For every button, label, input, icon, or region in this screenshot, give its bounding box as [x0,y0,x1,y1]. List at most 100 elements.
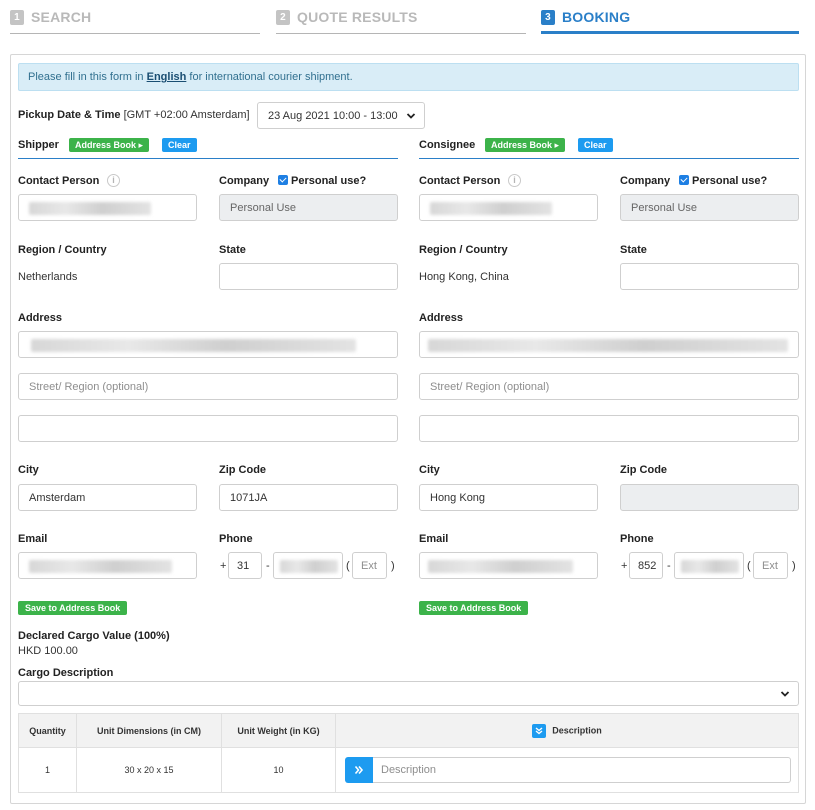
step-quote-results[interactable]: 2 QUOTE RESULTS [276,0,418,34]
redacted-text [29,560,172,573]
redacted-text [31,339,356,352]
phone-country-code: 852 [638,559,657,572]
button-label: Address Book [75,140,137,150]
consignee-save-address-book-button[interactable]: Save to Address Book [419,601,529,615]
double-chevron-down-icon [535,726,543,734]
declared-value-label: Declared Cargo Value (100%) [18,630,170,642]
consignee-email-label: Email [419,533,449,545]
double-chevron-right-icon [354,765,364,775]
consignee-address-book-button[interactable]: Address Book ▸ [485,138,566,152]
shipper-address-line3-input[interactable] [18,415,398,442]
shipper-company-label: Company [219,175,270,187]
phone-dash: - [667,560,671,572]
step-booking[interactable]: 3 BOOKING [541,0,630,34]
shipper-divider [18,158,398,159]
expand-description-button[interactable] [532,723,547,738]
shipper-personal-use-checkbox[interactable] [278,175,288,185]
redacted-text [428,339,788,352]
cargo-description-select[interactable] [18,681,799,706]
consignee-phone-ext-input[interactable]: Ext [753,552,788,579]
info-icon[interactable]: i [508,174,521,187]
cell-description: Description [335,747,799,793]
chevron-down-icon [780,690,790,697]
description-input-group: Description [336,748,798,792]
consignee-address-line3-input[interactable] [419,415,799,442]
phone-dash: - [266,560,270,572]
shipper-region-label: Region / Country [18,244,107,256]
col-description-label: Description [552,724,602,735]
consignee-phone-country-code-input[interactable]: 852 [629,552,663,579]
shipper-email-input[interactable] [18,552,197,579]
consignee-zip-label: Zip Code [620,464,668,476]
phone-plus-sign: + [220,560,227,572]
chevron-down-icon [406,112,416,119]
shipper-state-label: State [219,244,246,256]
caret-right-icon: ▸ [138,140,144,150]
description-input[interactable]: Description [373,757,791,783]
redacted-text [430,202,552,215]
shipper-clear-button[interactable]: Clear [162,138,197,152]
consignee-city-label: City [419,464,440,476]
step-label: SEARCH [31,9,92,25]
shipper-title: Shipper [18,139,59,151]
cell-quantity: 1 [18,747,77,793]
shipper-city-input[interactable]: Amsterdam [18,484,197,511]
pickup-label-group: Pickup Date & Time [GMT +02:00 Amsterdam… [18,109,250,121]
shipper-phone-country-code-input[interactable]: 31 [228,552,262,579]
info-icon[interactable]: i [107,174,120,187]
placeholder-text: Street/ Region (optional) [430,380,550,393]
pickup-label: Pickup Date & Time [18,109,121,121]
caret-right-icon: ▸ [554,140,560,150]
consignee-email-input[interactable] [419,552,598,579]
col-description: Description [335,713,799,748]
booking-steps: 1 SEARCH 2 QUOTE RESULTS 3 BOOKING [0,0,815,40]
ext-open-paren: ( [747,560,751,572]
consignee-state-input[interactable] [620,263,799,290]
consignee-clear-button[interactable]: Clear [578,138,613,152]
consignee-company-input[interactable]: Personal Use [620,194,799,221]
shipper-zip-input[interactable]: 1071JA [219,484,398,511]
shipper-phone-ext-input[interactable]: Ext [352,552,387,579]
shipper-address-label: Address [18,312,63,324]
shipper-address-input[interactable] [18,331,398,358]
consignee-city-input[interactable]: Hong Kong [419,484,598,511]
description-expand-button[interactable] [345,757,373,783]
consignee-phone-label: Phone [620,533,654,545]
shipper-address-book-button[interactable]: Address Book ▸ [69,138,150,152]
pickup-datetime-select[interactable]: 23 Aug 2021 10:00 - 13:00 [257,102,425,129]
shipper-street-input[interactable]: Street/ Region (optional) [18,373,398,400]
shipper-save-address-book-button[interactable]: Save to Address Book [18,601,128,615]
shipper-region-value: Netherlands [18,271,78,283]
redacted-text [681,560,739,573]
shipper-company-input[interactable]: Personal Use [219,194,398,221]
consignee-address-input[interactable] [419,331,799,358]
consignee-street-input[interactable]: Street/ Region (optional) [419,373,799,400]
consignee-region-label: Region / Country [419,244,508,256]
shipper-city-label: City [18,464,39,476]
placeholder-text: Street/ Region (optional) [29,380,149,393]
shipper-zip-label: Zip Code [219,464,267,476]
shipper-email-label: Email [18,533,48,545]
step-search[interactable]: 1 SEARCH [10,0,91,34]
ext-close-paren: ) [391,560,395,572]
notice-english-link[interactable]: English [147,71,187,83]
placeholder-text: Ext [361,559,377,572]
consignee-company-label: Company [620,175,671,187]
consignee-personal-use-checkbox[interactable] [679,175,689,185]
shipper-contact-input[interactable] [18,194,197,221]
placeholder-text: Ext [762,559,778,572]
shipper-phone-number-input[interactable] [273,552,343,579]
consignee-phone-number-input[interactable] [674,552,744,579]
cargo-description-label: Cargo Description [18,667,114,679]
col-weight: Unit Weight (in KG) [221,713,336,748]
shipper-personal-use-label: Personal use? [291,175,367,187]
col-dimensions: Unit Dimensions (in CM) [76,713,222,748]
step-number: 1 [10,9,24,25]
shipper-company-value: Personal Use [230,201,297,214]
step-label: BOOKING [562,9,631,25]
consignee-contact-input[interactable] [419,194,598,221]
consignee-city-value: Hong Kong [430,491,486,504]
phone-plus-sign: + [621,560,628,572]
shipper-state-input[interactable] [219,263,398,290]
consignee-zip-input[interactable] [620,484,799,511]
